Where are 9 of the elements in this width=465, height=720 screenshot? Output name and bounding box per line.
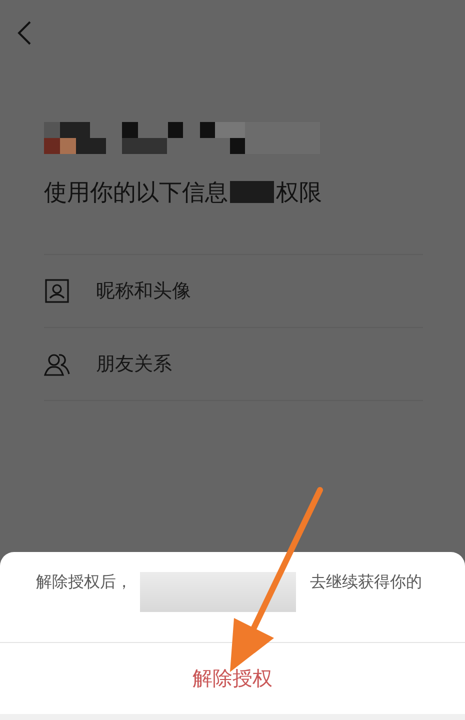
heading-text: 使用你的以下信息 [44,178,228,208]
message-text: 去继续获得你的 [310,572,422,593]
heading-text: 权限 [276,178,322,208]
permission-label: 昵称和头像 [96,279,191,304]
pixelated-block [230,181,274,203]
permission-label: 朋友关系 [96,352,172,377]
portrait-icon [44,278,70,304]
people-icon [44,351,70,377]
message-text: 解除授权后， [36,572,132,593]
